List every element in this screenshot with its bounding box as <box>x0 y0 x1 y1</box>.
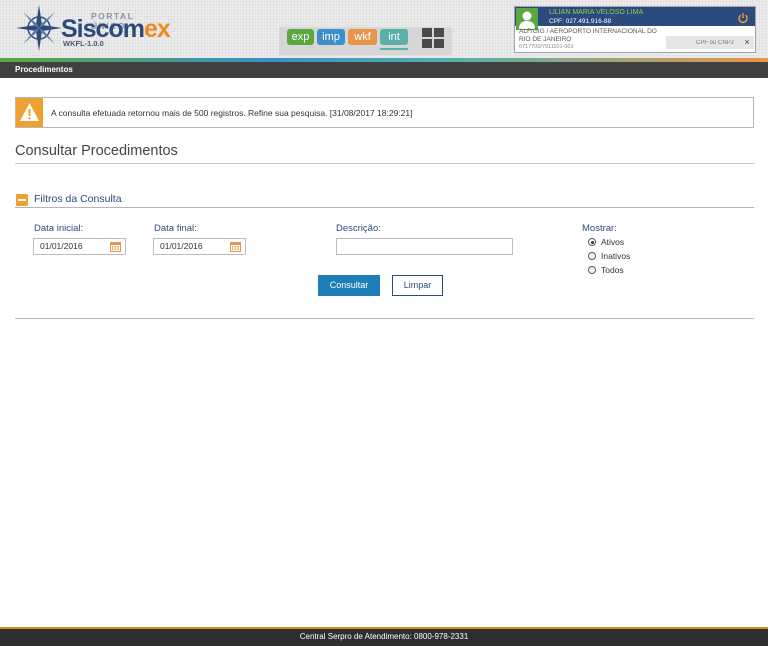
filters-section-toggle[interactable]: Filtros da Consulta <box>15 193 754 208</box>
calendar-icon[interactable] <box>110 241 121 252</box>
start-date-field[interactable]: 01/01/2016 <box>33 238 126 255</box>
radio-button[interactable] <box>588 266 596 274</box>
start-date-label: Data inicial: <box>34 223 84 234</box>
alert-text: A consulta efetuada retornou mais de 500… <box>51 108 413 118</box>
radio-button[interactable] <box>588 238 596 246</box>
user-unit: ALF/GIG / AEROPORTO INTERNACIONAL DO RIO… <box>519 28 657 43</box>
description-label: Descrição: <box>336 223 381 234</box>
divider <box>15 163 754 164</box>
user-cpf: CPF: 027.491.916-88 <box>549 18 612 25</box>
version-label: WKFL-1.0.0 <box>63 39 104 48</box>
show-label: Mostrar: <box>582 223 617 234</box>
radio-button[interactable] <box>588 252 596 260</box>
warning-icon <box>16 98 43 127</box>
user-code: 0717700/7911101-001 <box>519 44 574 50</box>
radio-label: Inativos <box>601 251 631 261</box>
grid-icon[interactable] <box>422 28 444 48</box>
header: PORTAL ÚNICO Siscomex WKFL-1.0.0 exp imp… <box>0 0 768 59</box>
breadcrumb-bar: Procedimentos <box>0 62 768 78</box>
radio-label: Todos <box>601 265 624 275</box>
module-wkf-button[interactable]: wkf <box>348 29 377 45</box>
start-date-value: 01/01/2016 <box>40 241 83 251</box>
divider <box>15 318 754 319</box>
search-button[interactable]: Consultar <box>318 275 380 296</box>
user-avatar-icon <box>516 8 538 30</box>
collapse-icon[interactable] <box>16 194 28 206</box>
module-switcher: exp imp wkf int <box>279 27 452 55</box>
siscomex-logo[interactable]: PORTAL ÚNICO Siscomex WKFL-1.0.0 <box>15 4 171 52</box>
brand-accent: ex <box>143 15 171 43</box>
user-name: LILIAN MARIA VELOSO LIMA <box>549 9 644 16</box>
user-panel: LILIAN MARIA VELOSO LIMA CPF: 027.491.91… <box>514 6 756 53</box>
calendar-icon[interactable] <box>230 241 241 252</box>
close-icon[interactable]: × <box>741 36 753 49</box>
compass-star-icon <box>16 5 62 51</box>
end-date-value: 01/01/2016 <box>160 241 203 251</box>
end-date-label: Data final: <box>154 223 197 234</box>
end-date-field[interactable]: 01/01/2016 <box>153 238 246 255</box>
module-exp-button[interactable]: exp <box>287 29 314 45</box>
power-icon[interactable] <box>737 11 749 24</box>
section-title: Filtros da Consulta <box>34 193 122 205</box>
alert-message: A consulta efetuada retornou mais de 500… <box>15 97 754 128</box>
module-int-button[interactable]: int <box>380 29 408 50</box>
footer: Central Serpro de Atendimento: 0800-978-… <box>0 627 768 646</box>
radio-label: Ativos <box>601 237 625 247</box>
breadcrumb[interactable]: Procedimentos <box>15 65 73 74</box>
module-imp-button[interactable]: imp <box>317 29 345 45</box>
description-input[interactable] <box>336 238 513 255</box>
page-title: Consultar Procedimentos <box>15 143 178 159</box>
footer-text: Central Serpro de Atendimento: 0800-978-… <box>299 632 469 641</box>
clear-button[interactable]: Limpar <box>392 275 443 296</box>
